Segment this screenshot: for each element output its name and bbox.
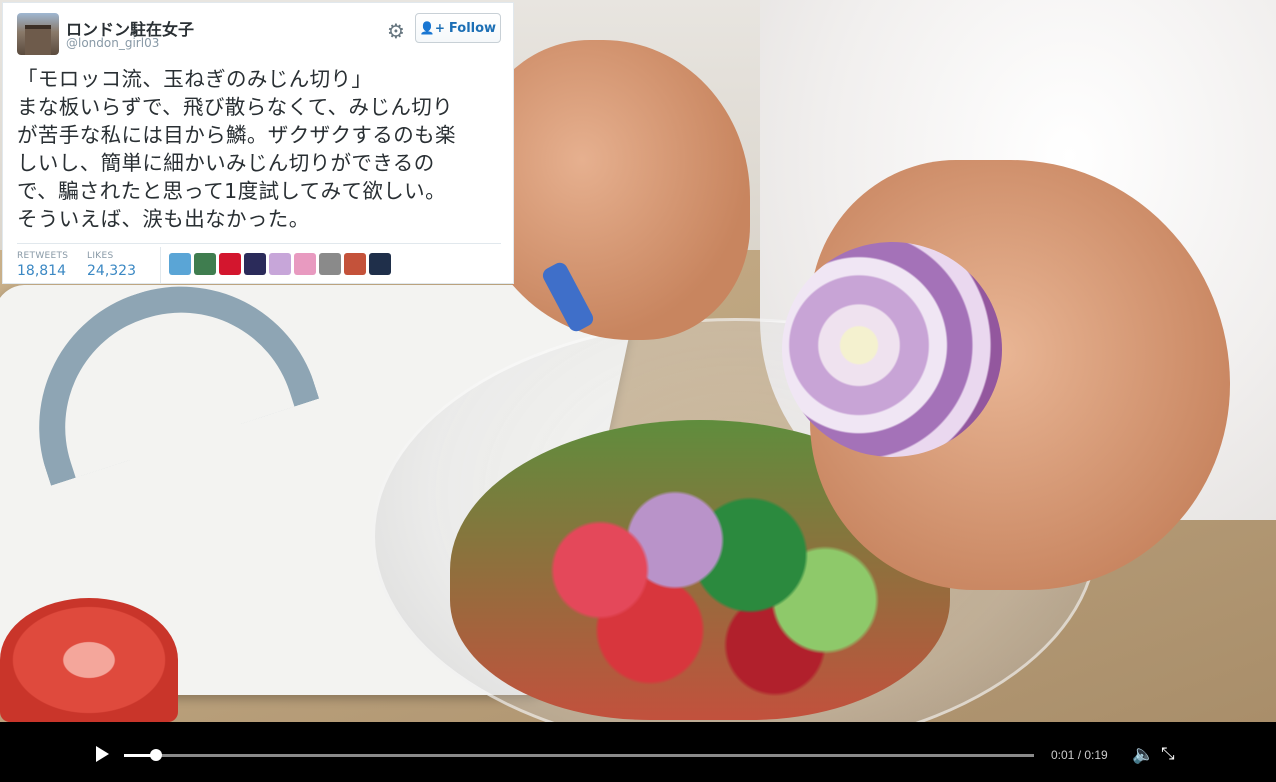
liker-avatar[interactable]	[369, 253, 391, 275]
avatar[interactable]	[17, 13, 59, 55]
liker-avatar[interactable]	[319, 253, 341, 275]
retweets-count: 18,814	[17, 263, 66, 279]
retweets-label: RETWEETS	[17, 251, 69, 261]
exit-fullscreen-icon[interactable]: ⤡	[1161, 744, 1175, 764]
red-onion	[782, 242, 1002, 457]
progress-thumb[interactable]	[149, 749, 162, 761]
likes-label: LIKES	[87, 251, 114, 261]
gear-icon[interactable]: ⚙	[387, 19, 405, 43]
time-display: 0:01 / 0:19	[1051, 748, 1108, 762]
retweets-stat[interactable]: RETWEETS 18,814	[17, 251, 68, 279]
liker-avatars	[169, 253, 391, 275]
liker-avatar[interactable]	[219, 253, 241, 275]
likes-stat[interactable]: LIKES 24,323	[87, 251, 136, 279]
progress-track[interactable]	[124, 754, 1034, 757]
user-handle[interactable]: @london_girl03	[66, 36, 159, 50]
stats-divider	[160, 247, 161, 283]
liker-avatar[interactable]	[269, 253, 291, 275]
follow-label: Follow	[448, 20, 497, 36]
divider	[17, 243, 501, 244]
liker-avatar[interactable]	[244, 253, 266, 275]
volume-icon[interactable]: 🔈	[1132, 744, 1154, 765]
play-icon[interactable]	[96, 746, 109, 762]
tweet-card: ロンドン駐在女子 @london_girl03 ⚙ 👤+ Follow 「モロッ…	[2, 2, 514, 284]
likes-count: 24,323	[87, 263, 136, 279]
liker-avatar[interactable]	[344, 253, 366, 275]
tweet-text: 「モロッコ流、玉ねぎのみじん切り」 まな板いらずで、飛び散らなくて、みじん切り …	[17, 67, 456, 231]
add-user-icon: 👤+	[419, 21, 445, 35]
liker-avatar[interactable]	[194, 253, 216, 275]
liker-avatar[interactable]	[169, 253, 191, 275]
follow-button[interactable]: 👤+ Follow	[415, 13, 501, 43]
liker-avatar[interactable]	[294, 253, 316, 275]
tomato-half	[0, 598, 178, 722]
